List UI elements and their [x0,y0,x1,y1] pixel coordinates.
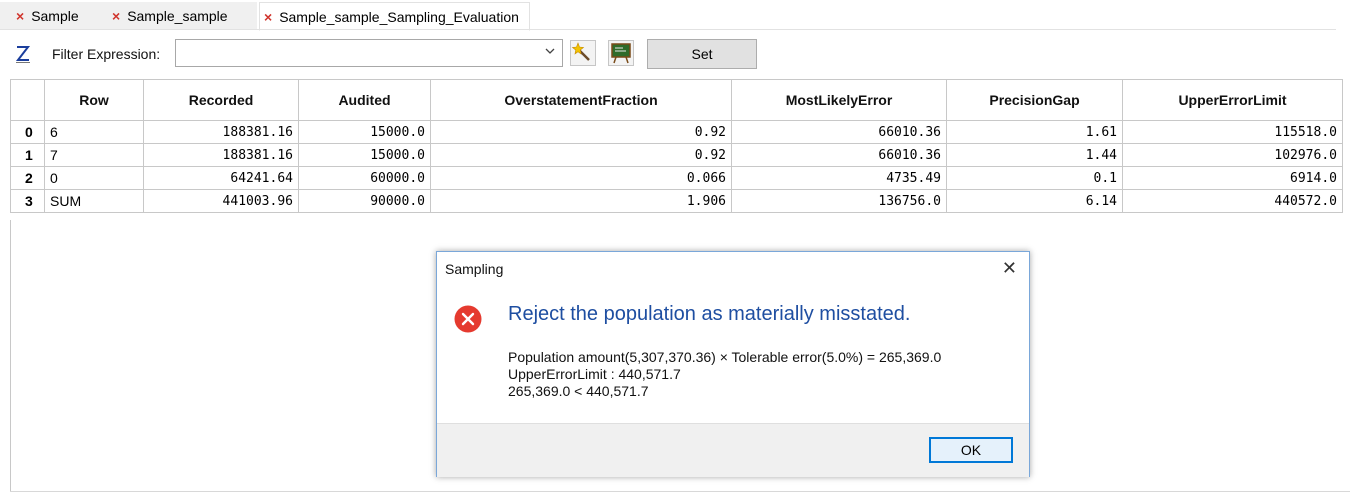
tab-label: Sample_sample_Sampling_Evaluation [279,8,519,25]
tab-label: Sample [31,8,79,24]
column-header-upper-error-limit[interactable]: UpperErrorLimit [1122,79,1343,121]
cell-precision-gap[interactable]: 0.1 [946,166,1123,190]
row-index: 3 [10,189,45,213]
tab-close-icon[interactable]: × [112,8,120,24]
tab-sample[interactable]: × Sample [12,3,79,29]
tab-close-icon[interactable]: × [264,9,272,25]
table-row[interactable]: 3 SUM 441003.96 90000.0 1.906 136756.0 6… [10,189,1343,213]
chevron-down-icon[interactable] [544,45,556,57]
z-sort-icon[interactable] [15,44,31,64]
cell-most-likely-error[interactable]: 4735.49 [731,166,947,190]
cell-overstatement-fraction[interactable]: 1.906 [430,189,732,213]
tab-divider [0,29,1336,30]
row-index: 2 [10,166,45,190]
dialog-main-instruction: Reject the population as materially miss… [508,303,911,325]
column-header-most-likely-error[interactable]: MostLikelyError [731,79,947,121]
column-header-recorded[interactable]: Recorded [143,79,299,121]
table-row[interactable]: 2 0 64241.64 60000.0 0.066 4735.49 0.1 6… [10,166,1343,190]
cell-audited[interactable]: 15000.0 [298,120,431,144]
cell-audited[interactable]: 90000.0 [298,189,431,213]
column-header-audited[interactable]: Audited [298,79,431,121]
cell-upper-error-limit[interactable]: 102976.0 [1122,143,1343,167]
cell-most-likely-error[interactable]: 66010.36 [731,143,947,167]
dialog-detail-text: Population amount(5,307,370.36) × Tolera… [508,349,941,400]
cell-overstatement-fraction[interactable]: 0.92 [430,143,732,167]
column-header-index[interactable] [10,79,45,121]
dialog-title: Sampling [445,261,504,277]
cell-row[interactable]: 7 [44,143,144,167]
cell-precision-gap[interactable]: 6.14 [946,189,1123,213]
cell-recorded[interactable]: 64241.64 [143,166,299,190]
cell-most-likely-error[interactable]: 136756.0 [731,189,947,213]
error-icon [454,305,482,333]
cell-most-likely-error[interactable]: 66010.36 [731,120,947,144]
detail-line: 265,369.0 < 440,571.7 [508,383,649,399]
cell-row[interactable]: 6 [44,120,144,144]
detail-line: UpperErrorLimit : 440,571.7 [508,366,681,382]
cell-overstatement-fraction[interactable]: 0.066 [430,166,732,190]
expression-board-icon[interactable] [608,40,634,66]
column-header-row[interactable]: Row [44,79,144,121]
cell-row[interactable]: 0 [44,166,144,190]
magic-wand-icon[interactable] [570,40,596,66]
table-header-row: Row Recorded Audited OverstatementFracti… [10,79,1343,121]
dialog-footer: OK [437,423,1029,477]
column-header-precision-gap[interactable]: PrecisionGap [946,79,1123,121]
cell-upper-error-limit[interactable]: 6914.0 [1122,166,1343,190]
tab-close-icon[interactable]: × [16,8,24,24]
row-index: 0 [10,120,45,144]
cell-overstatement-fraction[interactable]: 0.92 [430,120,732,144]
cell-recorded[interactable]: 188381.16 [143,120,299,144]
cell-audited[interactable]: 15000.0 [298,143,431,167]
cell-precision-gap[interactable]: 1.61 [946,120,1123,144]
grid-bottom-border [10,491,1350,492]
column-header-overstatement-fraction[interactable]: OverstatementFraction [430,79,732,121]
set-button[interactable]: Set [647,39,757,69]
cell-row[interactable]: SUM [44,189,144,213]
cell-upper-error-limit[interactable]: 115518.0 [1122,120,1343,144]
cell-audited[interactable]: 60000.0 [298,166,431,190]
tab-label: Sample_sample [127,8,228,24]
filter-expression-label: Filter Expression: [52,46,161,62]
cell-recorded[interactable]: 188381.16 [143,143,299,167]
cell-upper-error-limit[interactable]: 440572.0 [1122,189,1343,213]
ok-button[interactable]: OK [929,437,1013,463]
grid-left-border [10,220,11,492]
tab-sample-sample[interactable]: × Sample_sample [108,3,228,29]
detail-line: Population amount(5,307,370.36) × Tolera… [508,349,942,365]
cell-recorded[interactable]: 441003.96 [143,189,299,213]
cell-precision-gap[interactable]: 1.44 [946,143,1123,167]
table-row[interactable]: 1 7 188381.16 15000.0 0.92 66010.36 1.44… [10,143,1343,167]
tab-sampling-evaluation[interactable]: × Sample_sample_Sampling_Evaluation [259,2,530,31]
results-table: Row Recorded Audited OverstatementFracti… [10,79,1343,213]
row-index: 1 [10,143,45,167]
sampling-dialog: Sampling ✕ Reject the population as mate… [436,251,1030,477]
close-icon[interactable]: ✕ [1002,258,1017,279]
filter-expression-combobox[interactable] [175,39,563,67]
tab-bar: × Sample × Sample_sample × Sample_sample… [0,0,1350,31]
table-row[interactable]: 0 6 188381.16 15000.0 0.92 66010.36 1.61… [10,120,1343,144]
